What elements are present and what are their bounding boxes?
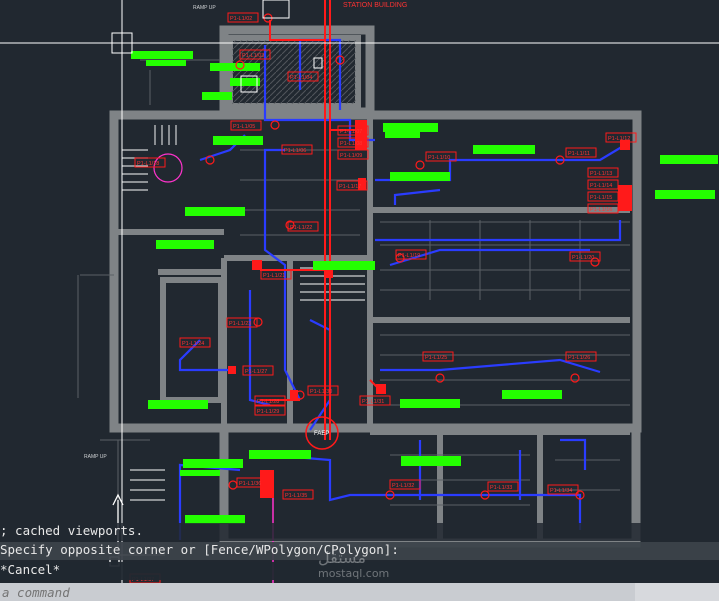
device-tag: P1-L1/32 [392,483,414,489]
watermark-arabic: مستقل [318,548,366,567]
device-tag: P1-L1/25 [425,355,447,361]
device-tag: P1-L1/07 [340,129,362,135]
device-tag: P1-L1/04 [290,75,312,81]
device-tag: P1-L1/19 [398,253,420,259]
device-tag: P1-L1/23 [229,321,251,327]
drawing-canvas[interactable]: P1-L1/02 P1-L1/03 P1-L1/04 P1-L1/05 P1-L1/06… [0,0,719,601]
device-tag: P1-L1/35 [285,493,307,499]
command-input[interactable] [0,583,632,601]
watermark: مستقل mostaql.com [318,548,389,580]
device-tag: P1-L1/05 [233,124,255,130]
device-tag: P1-L1/11 [568,151,590,157]
command-history-line: ; cached viewports. [0,523,719,541]
device-tag: P1-L1/22 [290,225,312,231]
device-tag: P1-L1/20 [572,255,594,261]
device-tag: P1-L1/18 [137,161,159,167]
command-line[interactable] [0,583,719,601]
device-tag: P1-L1/36 [239,481,261,487]
device-tag: P1-L1/29 [257,409,279,415]
device-tag: P1-L1/12 [608,136,630,142]
device-tag: P1-L1/34 [550,488,572,494]
device-tag: P1-L1/08 [340,141,362,147]
device-tag: P1-L1/21 [263,273,285,279]
device-tag: P1-L1/17 [339,184,361,190]
device-tag: P1-L1/28 [257,399,279,405]
device-tag: P1-L1/10 [428,155,450,161]
device-tag: P1-L1/16 [590,207,612,213]
device-tag: P1-L1/06 [284,148,306,154]
device-tag: P1-L1/03 [242,53,264,59]
device-tag: P1-L1/27 [245,369,267,375]
device-tag: P1-L1/31 [362,399,384,405]
device-tag: P1-L1/24 [182,341,204,347]
device-tag: P1-L1/14 [590,183,612,189]
panel-label: FAEP [314,431,329,437]
device-tag: P1-L1/09 [340,153,362,159]
ramp-label: RAMP UP [193,5,216,11]
watermark-latin: mostaql.com [318,567,390,580]
station-building-label: STATION BUILDING [343,2,407,9]
device-tag: P1-L1/33 [490,485,512,491]
device-tag: P1-L1/26 [568,355,590,361]
device-tag: P1-L1/30 [310,389,332,395]
command-line-scrollbar[interactable] [635,583,719,601]
device-tag: P1-L1/15 [590,195,612,201]
device-tag: P1-L1/13 [590,171,612,177]
device-tag: P1-L1/02 [230,16,252,22]
ramp-label: RAMP UP [84,454,107,460]
